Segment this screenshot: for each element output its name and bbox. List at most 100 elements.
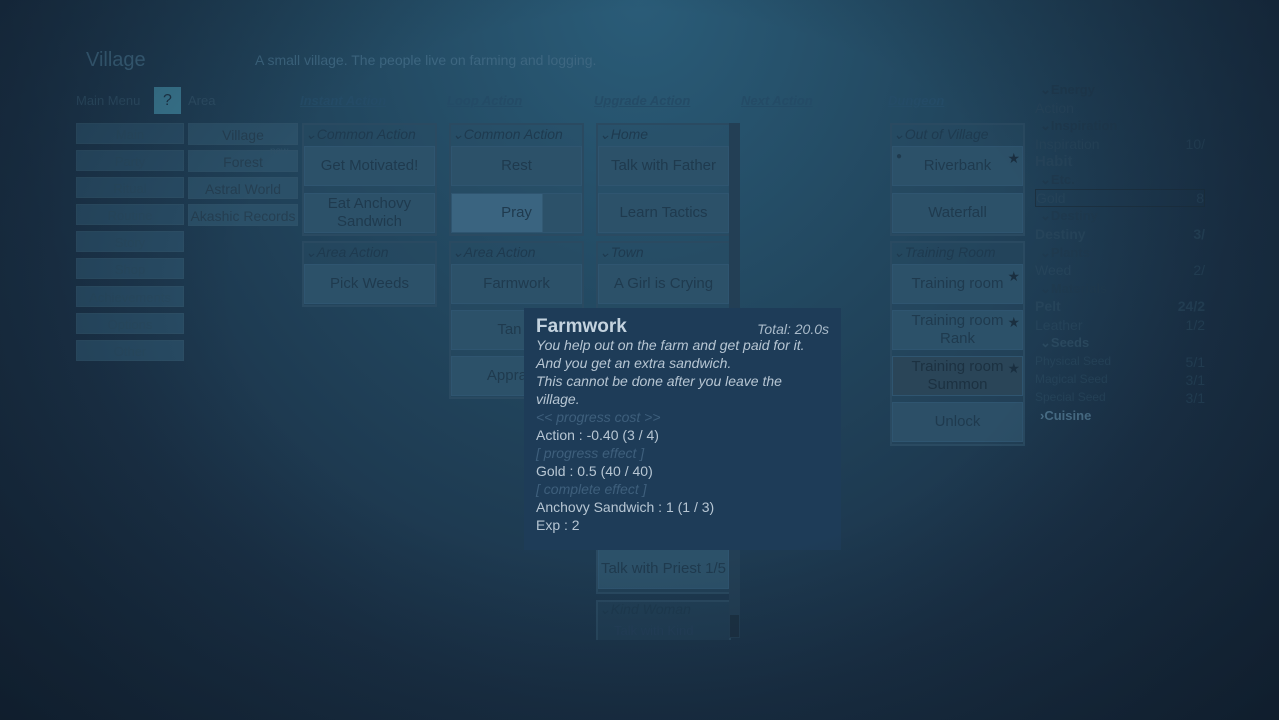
action-talk-with-father[interactable]: Talk with Father <box>598 146 729 186</box>
resource-physical-seed: Physical Seed 5/1 <box>1035 354 1205 370</box>
menu-party[interactable]: Party <box>76 150 184 171</box>
energy-heading[interactable]: ⌄Energy <box>1040 82 1095 98</box>
area-label: Area <box>188 93 216 108</box>
resource-special-seed-value: 3/1 <box>1185 390 1205 406</box>
cuisine-heading[interactable]: ›Cuisine <box>1040 408 1091 423</box>
action-talk-with-priest[interactable]: Talk with Priest 1/5 <box>598 549 729 589</box>
main-menu-label: Main Menu <box>76 93 141 108</box>
instant-common-heading[interactable]: ⌄Common Action <box>305 126 416 143</box>
dungeon-training-room-rank[interactable]: Training room Rank ★ <box>892 310 1023 350</box>
menu-main[interactable]: Main <box>76 123 184 144</box>
upgrade-action-heading[interactable]: Upgrade Action <box>594 93 690 108</box>
upgrade-scrollbar-thumb[interactable] <box>730 615 739 637</box>
resource-pelt-value: 24/2 <box>1177 298 1205 314</box>
menu-options[interactable]: Options <box>76 313 184 334</box>
plants-heading-label: Plants <box>1050 245 1090 260</box>
etc-heading[interactable]: ⌄Etc. <box>1040 172 1075 188</box>
destiny-heading-label: Destiny <box>1050 208 1098 223</box>
loop-action-heading[interactable]: Loop Action <box>447 93 522 108</box>
menu-routine[interactable]: Routine <box>76 204 184 225</box>
menu-story[interactable]: Story <box>76 231 184 252</box>
tooltip-effect-line: Gold : 0.5 (40 / 40) <box>536 463 653 479</box>
dungeon-training-heading[interactable]: ⌄Training Room <box>893 244 996 261</box>
loop-common-heading-label: Common Action <box>463 126 563 142</box>
tooltip-restriction: This cannot be done after you leave the … <box>536 373 782 407</box>
upgrade-town-heading-label: Town <box>610 244 644 260</box>
area-astral-world[interactable]: Astral World <box>188 177 298 199</box>
star-icon: ★ <box>1007 268 1020 284</box>
dungeon-waterfall[interactable]: Waterfall <box>892 193 1023 233</box>
upgrade-kind-woman-heading-label: Kind Woman <box>610 601 691 617</box>
resource-physical-seed-label: Physical Seed <box>1035 354 1112 368</box>
dungeon-unlock[interactable]: Unlock <box>892 402 1023 442</box>
action-a-girl-is-crying[interactable]: A Girl is Crying <box>598 264 729 304</box>
help-button[interactable]: ? <box>154 87 181 114</box>
dungeon-out-heading[interactable]: ⌄Out of Village <box>893 126 989 143</box>
destiny-heading[interactable]: ⌄Destiny <box>1040 208 1098 224</box>
resource-leather-label: Leather <box>1035 317 1083 333</box>
instant-action-heading[interactable]: Instant Action <box>300 93 386 108</box>
area-description: A small village. The people live on farm… <box>255 52 597 68</box>
next-action-heading[interactable]: Next Action <box>741 93 813 108</box>
resource-leather: Leather 1/2 <box>1035 317 1205 333</box>
inspiration-heading-label: Inspiration <box>1050 118 1118 133</box>
dot-icon: ● <box>896 151 903 162</box>
energy-heading-label: Energy <box>1050 82 1095 97</box>
menu-other[interactable]: Other <box>76 340 184 361</box>
area-now-marker: now <box>270 146 289 157</box>
upgrade-town-heading[interactable]: ⌄Town <box>599 244 644 261</box>
resource-gold-label: Gold <box>1036 190 1066 206</box>
seeds-heading[interactable]: ⌄Seeds <box>1040 335 1089 351</box>
resource-weed-value: 2/ <box>1193 262 1205 278</box>
instant-common-heading-label: Common Action <box>316 126 416 142</box>
resource-physical-seed-value: 5/1 <box>1185 354 1205 370</box>
menu-achievements[interactable]: Achievements <box>76 286 184 307</box>
instant-area-heading-label: Area Action <box>316 244 389 260</box>
menu-ritual[interactable]: Ritual <box>76 177 184 198</box>
tooltip-description: You help out on the farm and get paid fo… <box>536 337 805 371</box>
resource-magical-seed: Magical Seed 3/1 <box>1035 372 1205 388</box>
etc-heading-label: Etc. <box>1050 172 1075 187</box>
farmwork-tooltip: Farmwork Total: 20.0s You help out on th… <box>524 308 841 550</box>
resource-gold: Gold 8 <box>1035 189 1205 207</box>
instant-area-heading[interactable]: ⌄Area Action <box>305 244 389 261</box>
action-get-motivated[interactable]: Get Motivated! <box>304 146 435 186</box>
star-icon: ★ <box>1007 360 1020 376</box>
upgrade-home-heading[interactable]: ⌄Home <box>599 126 648 143</box>
tooltip-effect-heading: [ progress effect ] <box>536 445 645 461</box>
star-icon: ★ <box>1007 150 1020 166</box>
upgrade-kind-woman-heading[interactable]: ⌄Kind Woman <box>599 601 691 618</box>
materials-heading[interactable]: ⌄Materials <box>1040 281 1107 297</box>
tooltip-cost-heading: << progress cost >> <box>536 409 661 425</box>
loop-area-heading[interactable]: ⌄Area Action <box>452 244 536 261</box>
inspiration-heading[interactable]: ⌄Inspiration <box>1040 118 1117 134</box>
dungeon-training-room-summon[interactable]: Training room Summon ★ <box>892 356 1023 396</box>
area-akashic-records[interactable]: Akashic Records <box>188 204 298 226</box>
action-learn-tactics[interactable]: Learn Tactics <box>598 193 729 233</box>
dungeon-training-room[interactable]: Training room ★ <box>892 264 1023 304</box>
action-eat-anchovy-sandwich[interactable]: Eat Anchovy Sandwich <box>304 193 435 233</box>
dungeon-heading[interactable]: Dungeon <box>888 93 944 108</box>
loop-common-heading[interactable]: ⌄Common Action <box>452 126 563 143</box>
upgrade-home-heading-label: Home <box>610 126 649 142</box>
plants-heading[interactable]: ⌄Plants <box>1040 245 1090 261</box>
action-farmwork[interactable]: Farmwork <box>451 264 582 304</box>
action-talk-with-kind-woman[interactable]: Talk with Kind <box>614 623 693 638</box>
action-rest[interactable]: Rest <box>451 146 582 186</box>
resource-special-seed: Special Seed 3/1 <box>1035 390 1205 406</box>
dungeon-training-room-label: Training room <box>911 275 1004 292</box>
loop-area-heading-label: Area Action <box>463 244 536 260</box>
resource-destiny-label: Destiny <box>1035 226 1086 242</box>
dungeon-training-room-summon-label: Training room Summon <box>911 358 1004 393</box>
dungeon-riverbank[interactable]: Riverbank ★ ● <box>892 146 1023 186</box>
resource-action-label: Action <box>1035 100 1074 116</box>
action-pray[interactable]: Pray <box>451 193 582 233</box>
cuisine-heading-label: Cuisine <box>1044 408 1092 423</box>
resource-destiny-value: 3/ <box>1193 226 1205 242</box>
resource-action: Action <box>1035 100 1205 116</box>
area-village[interactable]: Village <box>188 123 298 145</box>
menu-shop[interactable]: Shop <box>76 258 184 279</box>
action-pick-weeds[interactable]: Pick Weeds <box>304 264 435 304</box>
resource-inspiration-value: 10/ <box>1185 136 1205 152</box>
star-icon: ★ <box>1007 314 1020 330</box>
